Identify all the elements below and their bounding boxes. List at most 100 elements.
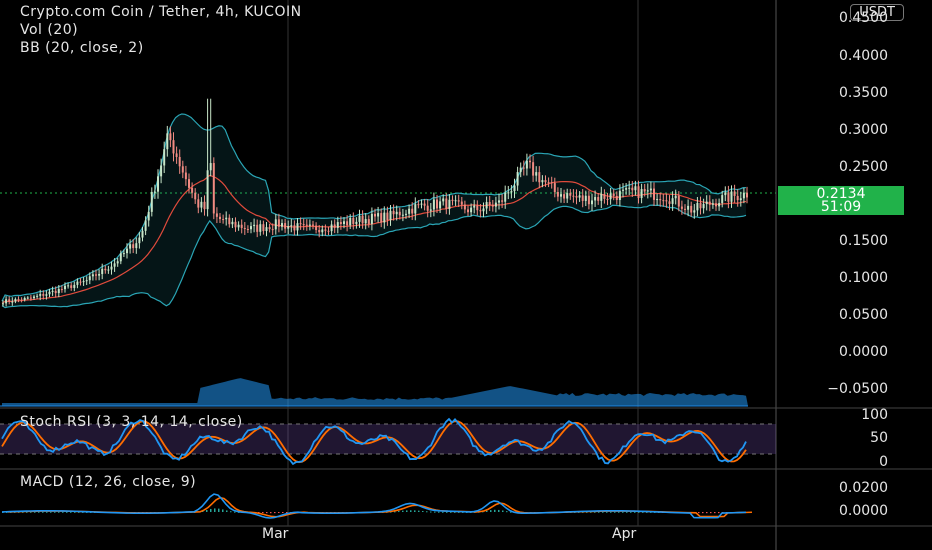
candle-body [457,200,460,202]
candle-body [259,224,262,232]
candle-body [11,301,14,303]
candle-body [432,199,435,210]
candle-body [727,192,730,202]
candle-body [8,299,11,302]
candle-body [690,205,693,213]
candle-body [327,230,330,232]
candle-body [169,133,172,141]
candle-body [178,156,181,167]
macd-hist-bar [214,508,216,512]
candle-body [436,199,438,209]
candle-body [398,211,401,216]
candle-body [302,224,305,226]
candle-body [60,289,63,291]
candle-body [575,196,578,198]
candle-body [135,243,138,249]
candle-body [256,224,259,232]
countdown-badge: 51:09 [778,199,904,215]
macd-hist-bar [494,509,496,512]
macd-hist-bar [442,511,444,513]
macd-hist-bar [50,511,52,513]
candle-body [122,253,125,255]
macd-hist-bar [614,511,616,513]
candle-body [708,201,711,205]
macd-hist-bar [626,511,628,513]
candle-body [163,149,166,166]
candle-body [271,229,274,231]
candle-body [95,274,97,276]
price-tick: 0.1500 [839,233,888,249]
candle-body [315,225,318,231]
candle-body [560,194,562,197]
candle-body [104,268,107,271]
candle-body [547,182,550,184]
macd-hist-bar [62,511,64,513]
candle-body [284,223,287,229]
candle-body [39,294,42,296]
candle-body [606,198,609,200]
candle-body [194,192,197,200]
candle-body [724,192,727,196]
candle-body [33,296,35,299]
stoch-tick: 0 [879,454,888,470]
candle-body [420,203,423,205]
candle-body [29,297,32,299]
candle-body [349,217,352,226]
candle-body [665,200,668,202]
bb-legend[interactable]: BB (20, close, 2) [20,40,144,56]
macd-hist-bar [266,512,268,514]
stoch-legend[interactable]: Stoch RSI (3, 3, 14, 14, close) [20,414,243,430]
candle-body [522,167,525,169]
candle-body [429,209,432,211]
candle-body [566,193,569,199]
macd-hist-bar [698,512,700,514]
candle-body [231,221,234,225]
candle-body [290,225,293,227]
candle-body [532,162,535,176]
price-chart[interactable] [0,0,932,550]
macd-hist-bar [718,512,720,514]
candle-body [336,222,339,228]
macd-hist-bar [434,511,436,513]
candle-body [609,193,612,200]
candle-body [277,219,280,227]
macd-hist-bar [506,511,508,513]
candle-body [57,289,60,294]
candle-body [513,185,516,192]
macd-line [1,493,747,519]
candle-body [250,226,252,230]
candle-body [234,221,237,228]
candle-body [541,180,544,183]
candle-body [172,140,175,154]
candle-body [157,176,159,192]
candle-body [711,203,714,205]
candle-body [383,212,386,223]
candle-body [246,229,249,231]
candle-body [653,188,655,200]
candle-body [618,190,621,200]
vol-legend[interactable]: Vol (20) [20,22,78,38]
candle-body [742,192,745,199]
chart-title: Crypto.com Coin / Tether, 4h, KUCOIN [20,4,302,20]
candle-body [525,160,528,169]
candle-body [85,280,88,282]
candle-body [680,206,683,209]
price-tick: −0.0500 [827,381,888,397]
candle-body [581,195,584,201]
candle-body [203,201,206,210]
candle-body [702,204,705,209]
candle-body [243,227,246,230]
candle-body [488,202,491,206]
macd-hist-bar [446,511,448,513]
candle-body [693,210,696,213]
candle-body [5,299,8,304]
candle-body [113,263,116,267]
macd-hist-bar [274,512,276,514]
macd-legend[interactable]: MACD (12, 26, close, 9) [20,474,196,490]
macd-hist-bar [410,510,412,512]
time-label-mar: Mar [262,526,289,542]
price-tick: 0.2500 [839,159,888,175]
candle-body [318,230,321,233]
candle-body [219,216,221,220]
candle-body [736,195,739,201]
